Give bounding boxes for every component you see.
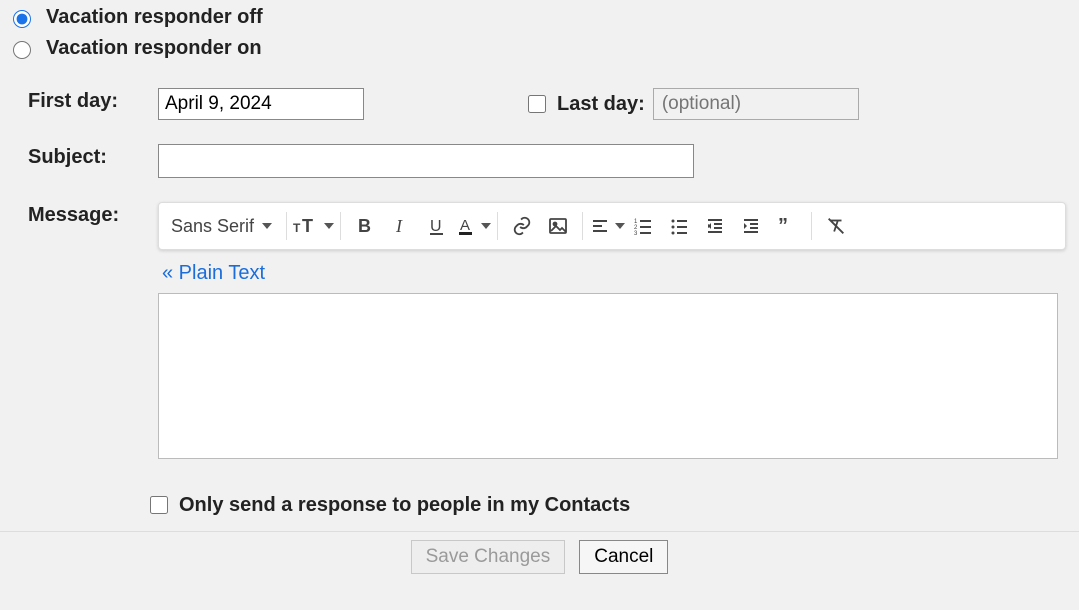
separator bbox=[497, 212, 498, 240]
message-editor[interactable] bbox=[158, 293, 1058, 459]
vacation-responder-on-radio[interactable] bbox=[13, 41, 31, 59]
align-button[interactable] bbox=[589, 208, 625, 244]
contacts-only-label: Only send a response to people in my Con… bbox=[179, 494, 630, 517]
svg-text:A: A bbox=[460, 217, 470, 234]
font-size-button[interactable]: TT bbox=[293, 208, 334, 244]
svg-text:T: T bbox=[302, 216, 313, 236]
vacation-responder-on-label: Vacation responder on bbox=[46, 37, 262, 60]
remove-formatting-button[interactable] bbox=[818, 208, 854, 244]
svg-text:3: 3 bbox=[634, 231, 638, 236]
first-day-input[interactable] bbox=[158, 88, 364, 120]
indent-less-button[interactable] bbox=[697, 208, 733, 244]
plain-text-link[interactable]: « Plain Text bbox=[162, 262, 1071, 285]
indent-more-button[interactable] bbox=[733, 208, 769, 244]
message-label: Message: bbox=[28, 202, 158, 459]
italic-button[interactable]: I bbox=[383, 208, 419, 244]
svg-text:B: B bbox=[358, 216, 371, 236]
text-color-button[interactable]: A bbox=[455, 208, 491, 244]
font-family-label: Sans Serif bbox=[171, 216, 254, 237]
contacts-only-checkbox[interactable] bbox=[150, 496, 168, 514]
separator bbox=[340, 212, 341, 240]
svg-text:I: I bbox=[395, 216, 403, 236]
underline-button[interactable]: U bbox=[419, 208, 455, 244]
separator bbox=[286, 212, 287, 240]
quote-button[interactable]: ” bbox=[769, 208, 805, 244]
separator bbox=[582, 212, 583, 240]
subject-input[interactable] bbox=[158, 144, 694, 178]
chevron-down-icon bbox=[324, 223, 334, 229]
svg-text:”: ” bbox=[778, 216, 788, 236]
formatting-toolbar: Sans Serif TT B I U bbox=[158, 202, 1066, 250]
footer-bar: Save Changes Cancel bbox=[0, 531, 1079, 581]
bold-button[interactable]: B bbox=[347, 208, 383, 244]
numbered-list-button[interactable]: 123 bbox=[625, 208, 661, 244]
chevron-down-icon bbox=[481, 223, 491, 229]
first-day-label: First day: bbox=[28, 88, 158, 120]
insert-image-button[interactable] bbox=[540, 208, 576, 244]
chevron-down-icon bbox=[262, 223, 272, 229]
svg-text:U: U bbox=[430, 218, 442, 235]
insert-link-button[interactable] bbox=[504, 208, 540, 244]
last-day-checkbox[interactable] bbox=[528, 95, 546, 113]
font-family-picker[interactable]: Sans Serif bbox=[167, 208, 280, 244]
vacation-responder-off-label: Vacation responder off bbox=[46, 6, 263, 29]
bulleted-list-button[interactable] bbox=[661, 208, 697, 244]
last-day-label: Last day: bbox=[557, 93, 645, 116]
chevron-down-icon bbox=[615, 223, 625, 229]
svg-text:T: T bbox=[293, 221, 301, 235]
separator bbox=[811, 212, 812, 240]
save-changes-button[interactable]: Save Changes bbox=[411, 540, 566, 574]
subject-label: Subject: bbox=[28, 144, 158, 178]
vacation-responder-off-radio[interactable] bbox=[13, 10, 31, 28]
last-day-input[interactable] bbox=[653, 88, 859, 120]
cancel-button[interactable]: Cancel bbox=[579, 540, 668, 574]
